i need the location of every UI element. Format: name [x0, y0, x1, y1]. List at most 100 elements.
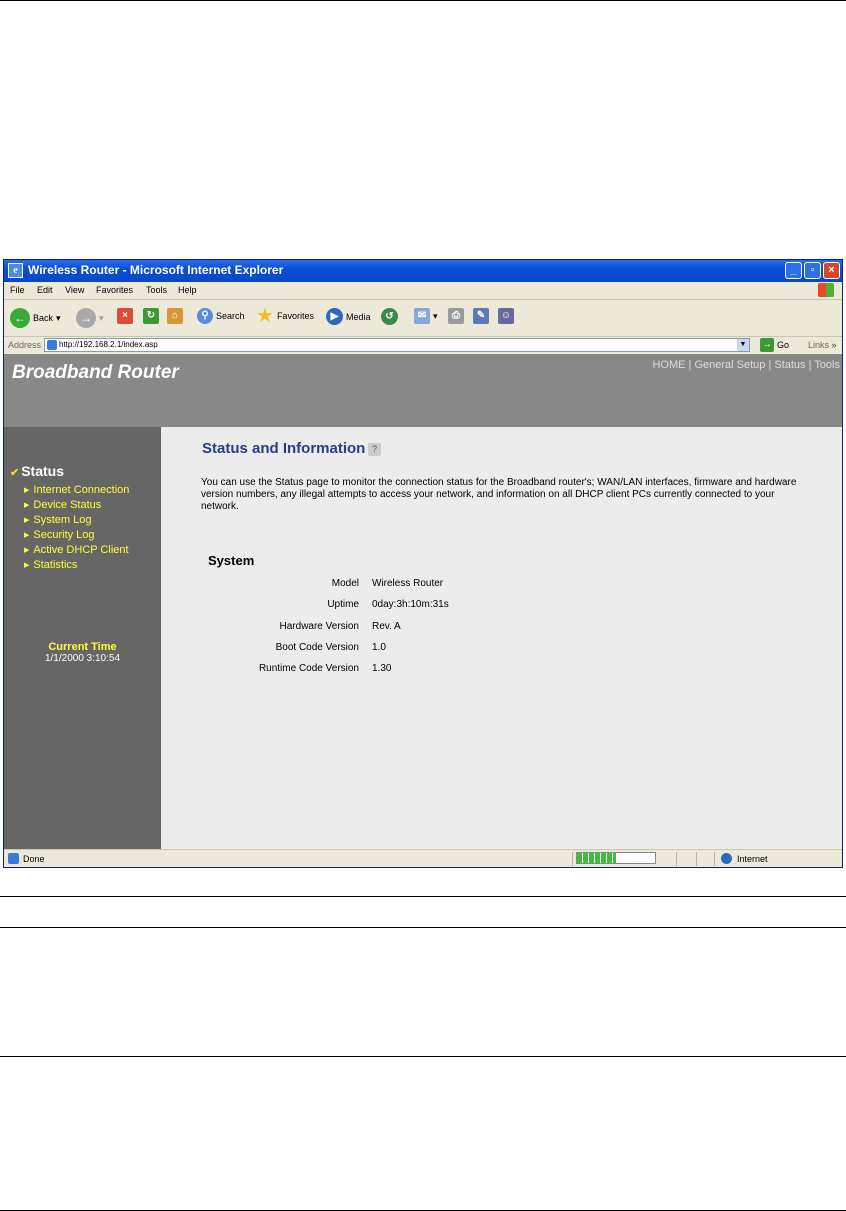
address-url: http://192.168.2.1/index.asp	[59, 340, 158, 349]
edit-button[interactable]: ✎	[473, 308, 489, 324]
info-value: Rev. A	[372, 621, 401, 632]
history-button[interactable]: ↺	[381, 308, 398, 325]
forward-button[interactable]: → ▾	[76, 308, 104, 328]
refresh-icon: ↻	[143, 308, 159, 324]
page-top-rule	[0, 0, 846, 1]
bullet-arrow-icon: ▶	[24, 487, 30, 494]
sidebar-item-label: Security Log	[33, 529, 95, 541]
print-icon: ⎙	[448, 308, 464, 324]
menu-tools[interactable]: Tools	[146, 285, 167, 295]
window-title: Wireless Router - Microsoft Internet Exp…	[28, 263, 284, 277]
ie-window: e Wireless Router - Microsoft Internet E…	[3, 259, 843, 868]
search-label: Search	[216, 311, 245, 321]
help-icon[interactable]: ?	[368, 443, 381, 456]
page-done-icon	[8, 853, 19, 864]
menu-file[interactable]: File	[10, 285, 25, 295]
search-button[interactable]: ⚲ Search	[197, 308, 245, 324]
info-label: Hardware Version	[279, 621, 359, 632]
info-value: 0day:3h:10m:31s	[372, 599, 449, 610]
refresh-button[interactable]: ↻	[143, 308, 159, 324]
sidebar-item-system-log[interactable]: ▶ System Log	[24, 513, 129, 528]
info-value: 1.30	[372, 663, 392, 674]
print-button[interactable]: ⎙	[448, 308, 464, 324]
go-label: Go	[777, 340, 790, 350]
info-row-runtime-code-version: Runtime Code Version 1.30	[161, 663, 842, 684]
sidebar-section-label: Status	[21, 463, 65, 479]
security-zone-label: Internet	[737, 854, 768, 864]
internet-globe-icon	[721, 853, 732, 864]
sidebar-item-label: System Log	[33, 514, 92, 526]
address-label: Address	[8, 340, 42, 350]
mail-button[interactable]: ✉ ▾	[414, 308, 438, 324]
star-icon: ★	[256, 305, 274, 327]
chevron-right-icon: »	[831, 340, 837, 350]
menu-edit[interactable]: Edit	[37, 285, 53, 295]
search-icon: ⚲	[197, 308, 213, 324]
divider	[696, 852, 697, 866]
divider-rule	[0, 1056, 846, 1057]
status-text: Done	[23, 854, 45, 864]
favorites-button[interactable]: ★ Favorites	[256, 305, 314, 327]
info-row-uptime: Uptime 0day:3h:10m:31s	[161, 599, 842, 620]
links-button[interactable]: Links »	[808, 340, 837, 350]
info-value: 1.0	[372, 642, 386, 653]
info-row-hardware-version: Hardware Version Rev. A	[161, 621, 842, 642]
home-button[interactable]: ⌂	[167, 308, 183, 324]
stop-button[interactable]: ×	[117, 308, 133, 324]
address-input[interactable]: http://192.168.2.1/index.asp ▼	[44, 338, 750, 352]
status-bar: Done Internet	[4, 849, 842, 868]
home-icon: ⌂	[167, 308, 183, 324]
divider-rule	[0, 927, 846, 928]
current-time-value: 1/1/2000 3:10:54	[44, 653, 121, 664]
forward-arrow-icon: →	[76, 308, 96, 328]
sidebar-item-statistics[interactable]: ▶ Statistics	[24, 558, 129, 573]
top-nav-links[interactable]: HOME | General Setup | Status | Tools	[652, 359, 840, 371]
sidebar-item-label: Device Status	[33, 499, 102, 511]
bullet-arrow-icon: ▶	[24, 547, 30, 554]
menu-help[interactable]: Help	[178, 285, 197, 295]
go-button[interactable]: → Go	[760, 338, 789, 352]
media-button[interactable]: ▶ Media	[326, 308, 371, 325]
bullet-arrow-icon: ▶	[24, 517, 30, 524]
checkmark-icon: ✔	[10, 467, 20, 479]
stop-icon: ×	[117, 308, 133, 324]
dropdown-arrow-icon: ▾	[99, 312, 104, 323]
current-time-label: Current Time	[48, 641, 117, 653]
router-header: Broadband Router HOME | General Setup | …	[4, 354, 842, 427]
address-dropdown-icon[interactable]: ▼	[737, 339, 749, 351]
sidebar-item-active-dhcp-client[interactable]: ▶ Active DHCP Client	[24, 543, 129, 558]
info-value: Wireless Router	[372, 578, 444, 589]
sidebar-item-label: Active DHCP Client	[33, 544, 129, 556]
back-arrow-icon: ←	[10, 308, 30, 328]
edit-icon: ✎	[473, 308, 489, 324]
windows-logo-icon	[818, 283, 834, 297]
messenger-button[interactable]: ☺	[498, 308, 514, 324]
mail-icon: ✉	[414, 308, 430, 324]
brand-title: Broadband Router	[12, 362, 179, 383]
menu-view[interactable]: View	[65, 285, 84, 295]
sidebar-item-security-log[interactable]: ▶ Security Log	[24, 528, 129, 543]
title-bar[interactable]: e Wireless Router - Microsoft Internet E…	[4, 260, 842, 282]
sidebar: ✔ Status ▶ Internet Connection ▶ Device Sta…	[4, 427, 161, 849]
info-row-model: Model Wireless Router	[161, 578, 842, 599]
bullet-arrow-icon: ▶	[24, 562, 30, 569]
maximize-button[interactable]: ▫	[804, 262, 821, 279]
info-label: Model	[331, 578, 359, 589]
ie-icon: e	[8, 263, 23, 278]
menu-favorites[interactable]: Favorites	[96, 285, 133, 295]
page-icon	[47, 340, 57, 350]
minimize-button[interactable]: _	[785, 262, 802, 279]
main-content: Status and Information ? You can use the…	[161, 427, 842, 849]
sidebar-item-internet-connection[interactable]: ▶ Internet Connection	[24, 483, 129, 498]
info-label: Boot Code Version	[275, 642, 359, 653]
history-icon: ↺	[381, 308, 398, 325]
messenger-icon: ☺	[498, 308, 514, 324]
sidebar-section-status[interactable]: ✔ Status	[10, 463, 64, 479]
info-label: Runtime Code Version	[258, 663, 359, 674]
back-label: Back	[33, 313, 54, 323]
back-button[interactable]: ← Back ▾	[10, 308, 61, 328]
media-icon: ▶	[326, 308, 343, 325]
close-button[interactable]: ×	[823, 262, 840, 279]
media-label: Media	[346, 311, 371, 322]
sidebar-item-device-status[interactable]: ▶ Device Status	[24, 498, 129, 513]
